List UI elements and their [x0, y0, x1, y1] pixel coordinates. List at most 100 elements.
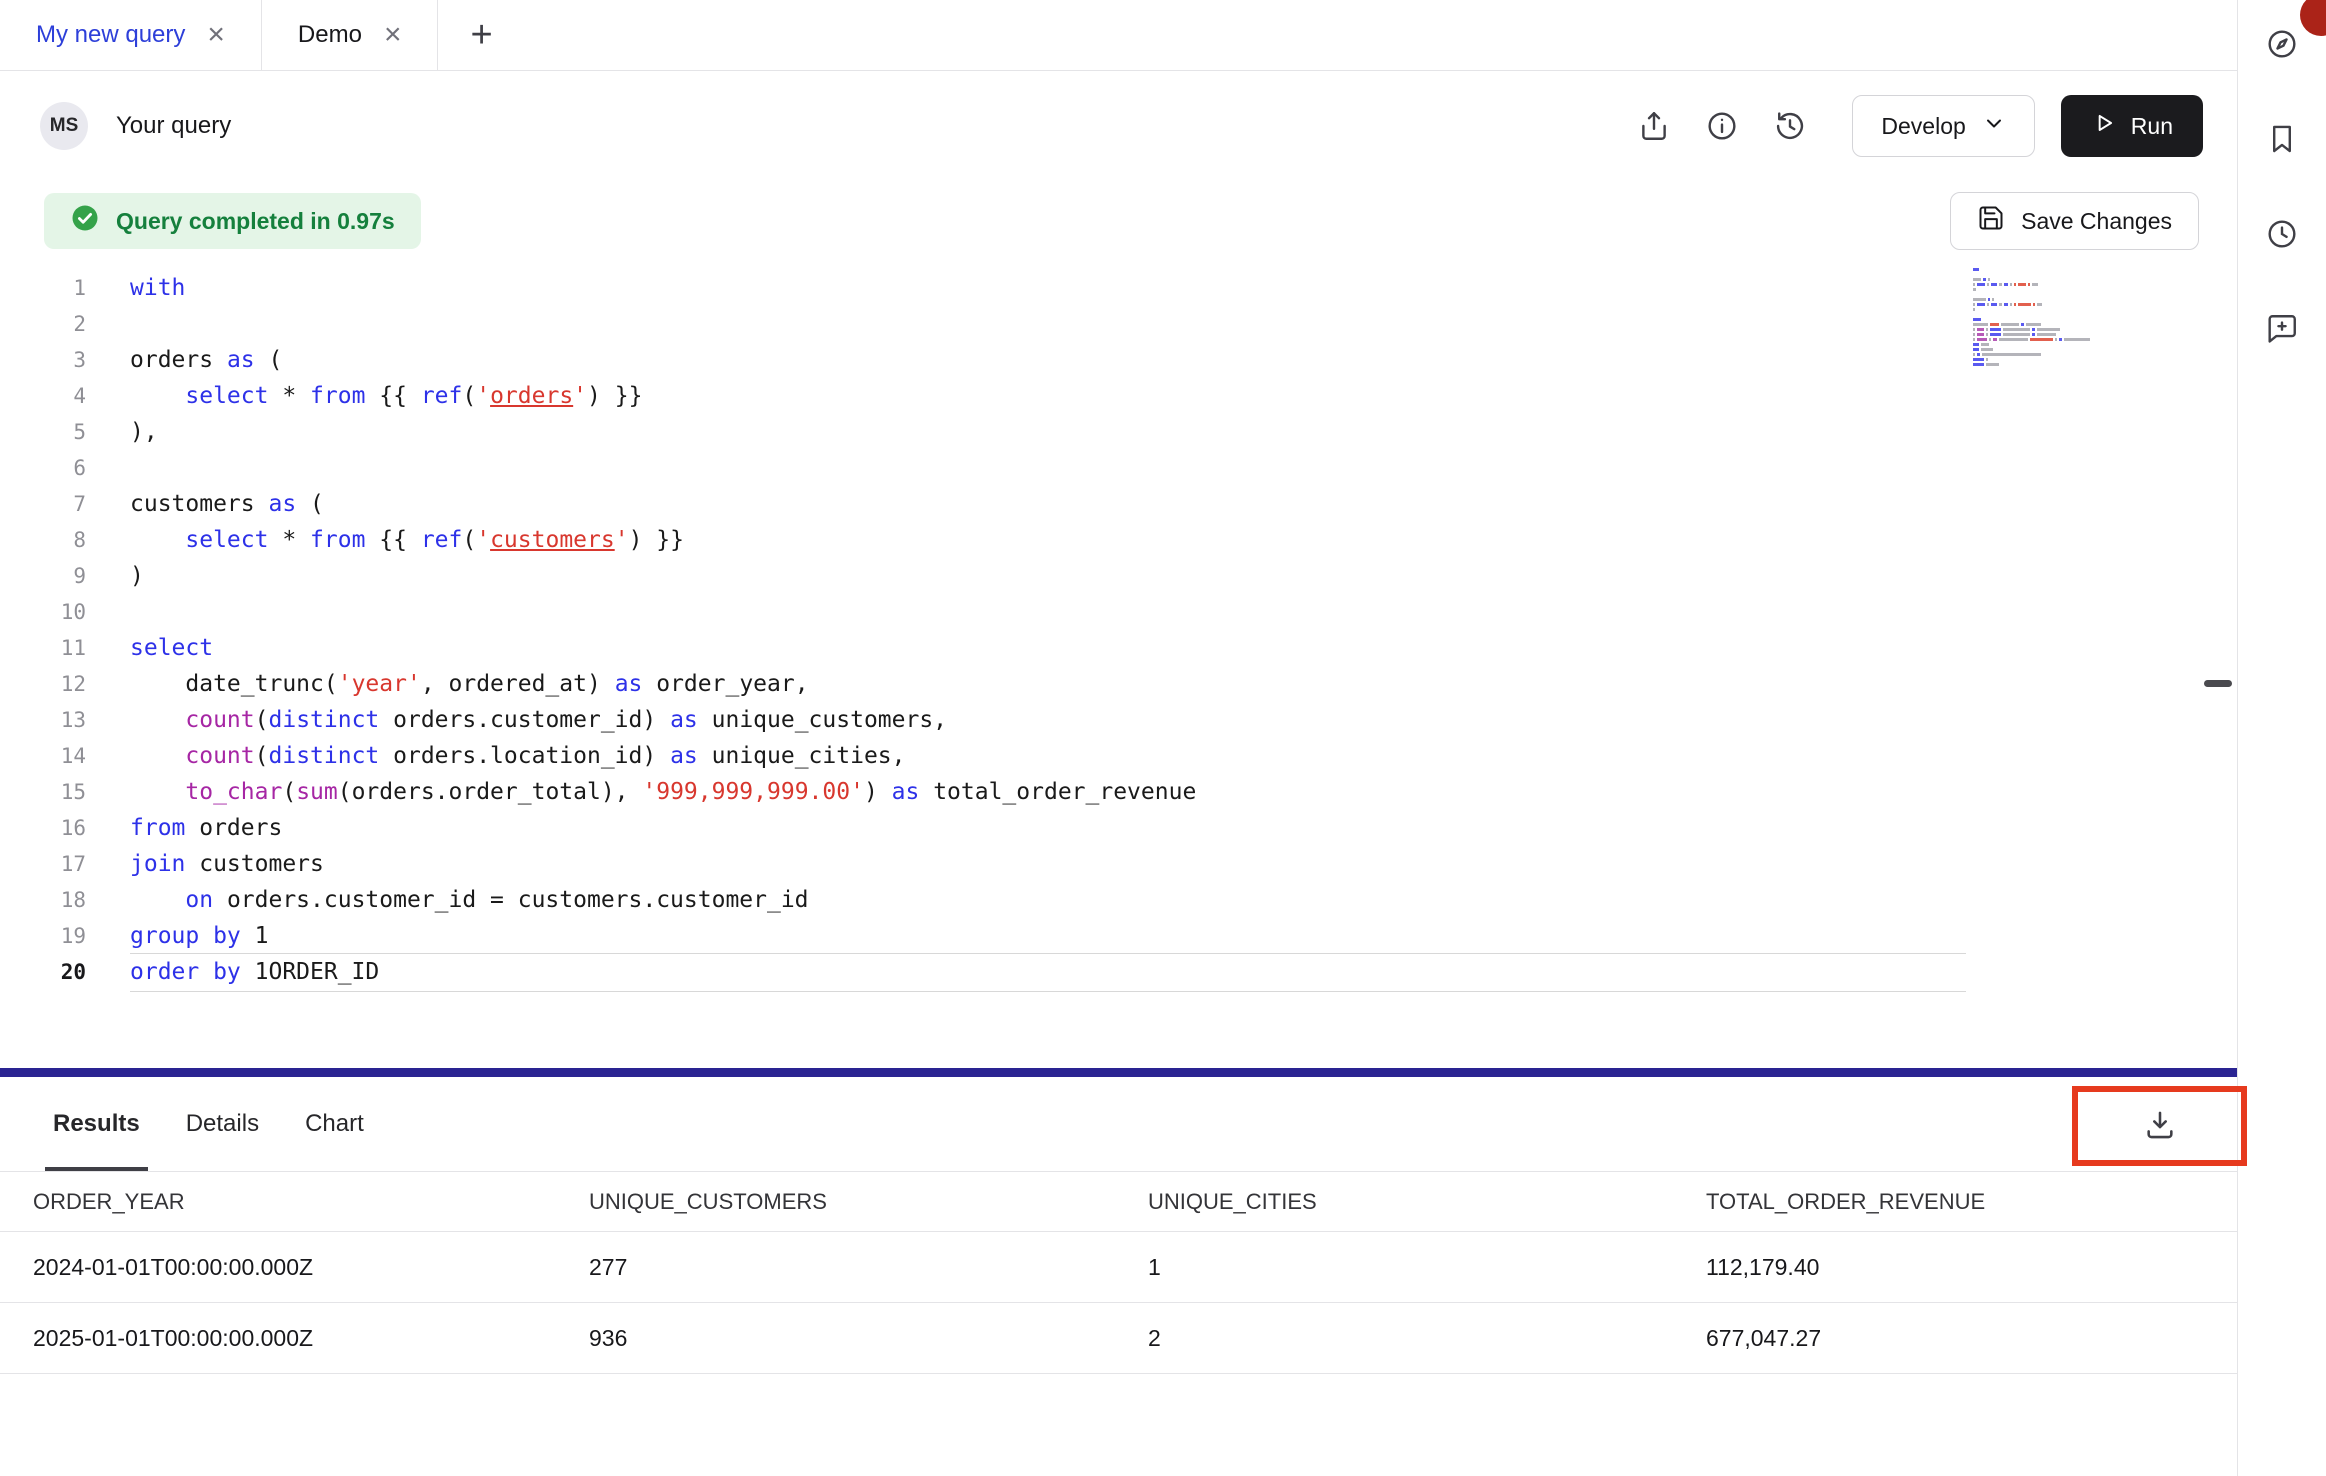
history-clock-icon[interactable] — [2262, 214, 2302, 254]
code-line[interactable]: 5), — [0, 414, 2237, 450]
close-icon[interactable]: × — [384, 20, 402, 50]
line-number: 7 — [0, 486, 86, 522]
page-title: Your query — [116, 112, 231, 140]
code-line[interactable]: 12 date_trunc('year', ordered_at) as ord… — [0, 666, 2237, 702]
code-line[interactable]: 9) — [0, 558, 2237, 594]
code-line[interactable]: 2 — [0, 306, 2237, 342]
table-cell: 112,179.40 — [1706, 1254, 2237, 1281]
new-tab-button[interactable]: + — [438, 0, 524, 70]
code-line[interactable]: 19group by 1 — [0, 918, 2237, 954]
column-header: UNIQUE_CITIES — [1148, 1189, 1706, 1215]
code-line[interactable]: 1with — [0, 270, 2237, 306]
results-header-row: ORDER_YEARUNIQUE_CUSTOMERSUNIQUE_CITIEST… — [0, 1172, 2237, 1232]
minimap[interactable] — [1973, 268, 2091, 366]
results-tab-results[interactable]: Results — [53, 1077, 140, 1171]
version-history-icon[interactable] — [1770, 106, 1810, 146]
table-cell: 1 — [1148, 1254, 1706, 1281]
code-line[interactable]: 7customers as ( — [0, 486, 2237, 522]
code-line[interactable]: 11select — [0, 630, 2237, 666]
code-line[interactable]: 10 — [0, 594, 2237, 630]
compass-icon[interactable] — [2262, 24, 2302, 64]
close-icon[interactable]: × — [207, 20, 225, 50]
code-lines: 1with23orders as (4 select * from {{ ref… — [0, 270, 2237, 990]
line-number: 10 — [0, 594, 86, 630]
line-number: 16 — [0, 810, 86, 846]
code-line[interactable]: 20order by 1ORDER_ID — [0, 954, 2237, 990]
app-window: My new query × Demo × + MS Your query De… — [0, 0, 2326, 1476]
ref-link[interactable]: customers — [490, 527, 615, 553]
ref-link[interactable]: orders — [490, 383, 573, 409]
column-header: TOTAL_ORDER_REVENUE — [1706, 1189, 2237, 1215]
query-status-badge: Query completed in 0.97s — [44, 193, 421, 249]
column-header: ORDER_YEAR — [33, 1189, 589, 1215]
save-label: Save Changes — [2021, 208, 2172, 235]
sql-editor[interactable]: 1with23orders as (4 select * from {{ ref… — [0, 270, 2237, 990]
play-icon — [2091, 110, 2117, 142]
table-row[interactable]: 2025-01-01T00:00:00.000Z9362677,047.27 — [0, 1303, 2237, 1374]
code-line[interactable]: 14 count(distinct orders.location_id) as… — [0, 738, 2237, 774]
chevron-down-icon — [1982, 111, 2006, 141]
line-number: 3 — [0, 342, 86, 378]
feedback-icon[interactable] — [2262, 309, 2302, 349]
line-number: 11 — [0, 630, 86, 666]
results-tab-details[interactable]: Details — [186, 1077, 259, 1171]
line-number: 14 — [0, 738, 86, 774]
code-line[interactable]: 8 select * from {{ ref('customers') }} — [0, 522, 2237, 558]
column-header: UNIQUE_CUSTOMERS — [589, 1189, 1148, 1215]
line-number: 2 — [0, 306, 86, 342]
code-line[interactable]: 15 to_char(sum(orders.order_total), '999… — [0, 774, 2237, 810]
info-icon[interactable] — [1702, 106, 1742, 146]
table-cell: 677,047.27 — [1706, 1325, 2237, 1352]
table-cell: 277 — [589, 1254, 1148, 1281]
code-line[interactable]: 13 count(distinct orders.customer_id) as… — [0, 702, 2237, 738]
code-line[interactable]: 6 — [0, 450, 2237, 486]
table-cell: 936 — [589, 1325, 1148, 1352]
line-number: 12 — [0, 666, 86, 702]
line-number: 19 — [0, 918, 86, 954]
develop-dropdown[interactable]: Develop — [1852, 95, 2034, 157]
run-button[interactable]: Run — [2061, 95, 2203, 157]
scrollbar-thumb[interactable] — [2204, 680, 2232, 687]
line-number: 13 — [0, 702, 86, 738]
editor-tabbar: My new query × Demo × + — [0, 0, 2237, 71]
table-cell: 2025-01-01T00:00:00.000Z — [33, 1325, 589, 1352]
code-line[interactable]: 16from orders — [0, 810, 2237, 846]
download-results-button[interactable] — [2136, 1102, 2184, 1150]
table-cell: 2024-01-01T00:00:00.000Z — [33, 1254, 589, 1281]
tab-demo[interactable]: Demo × — [262, 0, 439, 70]
line-number: 18 — [0, 882, 86, 918]
run-label: Run — [2131, 113, 2173, 140]
status-row: Query completed in 0.97s Save Changes — [0, 192, 2237, 250]
code-line[interactable]: 18 on orders.customer_id = customers.cus… — [0, 882, 2237, 918]
download-icon — [2143, 1108, 2177, 1145]
right-toolbar — [2237, 0, 2326, 1476]
results-table: ORDER_YEARUNIQUE_CUSTOMERSUNIQUE_CITIEST… — [0, 1172, 2237, 1374]
results-tab-chart[interactable]: Chart — [305, 1077, 364, 1171]
code-line[interactable]: 4 select * from {{ ref('orders') }} — [0, 378, 2237, 414]
bookmark-icon[interactable] — [2262, 119, 2302, 159]
line-number: 20 — [0, 954, 86, 990]
annotation-highlight-box — [2072, 1086, 2247, 1166]
develop-label: Develop — [1881, 113, 1965, 140]
line-number: 4 — [0, 378, 86, 414]
panel-resize-divider[interactable] — [0, 1068, 2237, 1077]
tab-my-new-query[interactable]: My new query × — [0, 0, 262, 70]
table-cell: 2 — [1148, 1325, 1706, 1352]
code-line[interactable]: 3orders as ( — [0, 342, 2237, 378]
line-number: 17 — [0, 846, 86, 882]
line-number: 5 — [0, 414, 86, 450]
table-row[interactable]: 2024-01-01T00:00:00.000Z2771112,179.40 — [0, 1232, 2237, 1303]
results-tabs: Results Details Chart — [53, 1077, 410, 1171]
save-changes-button[interactable]: Save Changes — [1950, 192, 2199, 250]
avatar[interactable]: MS — [40, 102, 88, 150]
line-number: 15 — [0, 774, 86, 810]
results-tabbar: Results Details Chart — [0, 1077, 2237, 1172]
line-number: 8 — [0, 522, 86, 558]
line-number: 6 — [0, 450, 86, 486]
share-icon[interactable] — [1634, 106, 1674, 146]
check-circle-icon — [70, 203, 100, 239]
tab-label: My new query — [36, 21, 185, 49]
tab-label: Demo — [298, 21, 362, 49]
code-line[interactable]: 17join customers — [0, 846, 2237, 882]
line-number: 1 — [0, 270, 86, 306]
